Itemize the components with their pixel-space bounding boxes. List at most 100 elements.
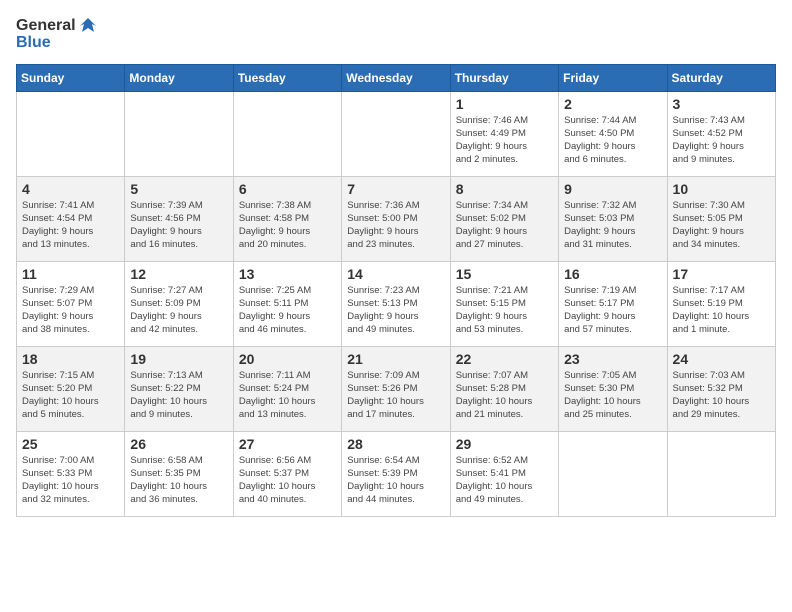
calendar-day-cell: 7 Sunrise: 7:36 AM Sunset: 5:00 PM Daylig… bbox=[342, 176, 450, 261]
column-header-thursday: Thursday bbox=[450, 64, 558, 91]
calendar-week-row: 4Sunrise: 7:41 AM Sunset: 4:54 PM Daylig… bbox=[17, 176, 776, 261]
calendar-day-cell: 29 Sunrise: 6:52 AM Sunset: 5:41 PM Dayli… bbox=[450, 431, 558, 516]
column-header-tuesday: Tuesday bbox=[233, 64, 341, 91]
calendar-header-row: SundayMondayTuesdayWednesdayThursdayFrid… bbox=[17, 64, 776, 91]
day-info: Sunrise: 7:19 AM Sunset: 5:17 PM Dayligh… bbox=[564, 284, 661, 337]
day-number: 24 bbox=[673, 351, 770, 367]
day-info: Sunrise: 6:54 AM Sunset: 5:39 PM Dayligh… bbox=[347, 454, 444, 507]
day-info: Sunrise: 7:39 AM Sunset: 4:56 PM Dayligh… bbox=[130, 199, 227, 252]
day-number: 4 bbox=[22, 181, 119, 197]
day-number: 1 bbox=[456, 96, 553, 112]
day-info: Sunrise: 7:15 AM Sunset: 5:20 PM Dayligh… bbox=[22, 369, 119, 422]
calendar-day-cell: 27 Sunrise: 6:56 AM Sunset: 5:37 PM Dayli… bbox=[233, 431, 341, 516]
day-number: 16 bbox=[564, 266, 661, 282]
calendar-day-cell: 1 Sunrise: 7:46 AM Sunset: 4:49 PM Daylig… bbox=[450, 91, 558, 176]
calendar-day-cell: 11 Sunrise: 7:29 AM Sunset: 5:07 PM Dayli… bbox=[17, 261, 125, 346]
calendar-day-cell bbox=[342, 91, 450, 176]
calendar-day-cell: 17Sunrise: 7:17 AM Sunset: 5:19 PM Dayli… bbox=[667, 261, 775, 346]
day-info: Sunrise: 6:52 AM Sunset: 5:41 PM Dayligh… bbox=[456, 454, 553, 507]
column-header-sunday: Sunday bbox=[17, 64, 125, 91]
day-info: Sunrise: 7:30 AM Sunset: 5:05 PM Dayligh… bbox=[673, 199, 770, 252]
calendar-day-cell: 16 Sunrise: 7:19 AM Sunset: 5:17 PM Dayli… bbox=[559, 261, 667, 346]
day-info: Sunrise: 7:44 AM Sunset: 4:50 PM Dayligh… bbox=[564, 114, 661, 167]
calendar-day-cell: 12 Sunrise: 7:27 AM Sunset: 5:09 PM Dayli… bbox=[125, 261, 233, 346]
calendar-day-cell: 13 Sunrise: 7:25 AM Sunset: 5:11 PM Dayli… bbox=[233, 261, 341, 346]
day-info: Sunrise: 7:05 AM Sunset: 5:30 PM Dayligh… bbox=[564, 369, 661, 422]
day-info: Sunrise: 7:13 AM Sunset: 5:22 PM Dayligh… bbox=[130, 369, 227, 422]
day-number: 13 bbox=[239, 266, 336, 282]
day-number: 12 bbox=[130, 266, 227, 282]
day-info: Sunrise: 6:56 AM Sunset: 5:37 PM Dayligh… bbox=[239, 454, 336, 507]
calendar-day-cell: 18 Sunrise: 7:15 AM Sunset: 5:20 PM Dayli… bbox=[17, 346, 125, 431]
day-info: Sunrise: 7:36 AM Sunset: 5:00 PM Dayligh… bbox=[347, 199, 444, 252]
calendar-day-cell: 8 Sunrise: 7:34 AM Sunset: 5:02 PM Daylig… bbox=[450, 176, 558, 261]
calendar-week-row: 18 Sunrise: 7:15 AM Sunset: 5:20 PM Dayli… bbox=[17, 346, 776, 431]
column-header-friday: Friday bbox=[559, 64, 667, 91]
day-number: 25 bbox=[22, 436, 119, 452]
calendar-day-cell: 3Sunrise: 7:43 AM Sunset: 4:52 PM Daylig… bbox=[667, 91, 775, 176]
day-number: 5 bbox=[130, 181, 227, 197]
day-info: Sunrise: 7:34 AM Sunset: 5:02 PM Dayligh… bbox=[456, 199, 553, 252]
day-number: 6 bbox=[239, 181, 336, 197]
page-header: General Blue bbox=[16, 16, 776, 52]
calendar-day-cell bbox=[125, 91, 233, 176]
day-info: Sunrise: 7:29 AM Sunset: 5:07 PM Dayligh… bbox=[22, 284, 119, 337]
calendar-day-cell: 23 Sunrise: 7:05 AM Sunset: 5:30 PM Dayli… bbox=[559, 346, 667, 431]
logo-wordmark: General Blue bbox=[16, 16, 98, 52]
day-number: 14 bbox=[347, 266, 444, 282]
calendar-day-cell bbox=[559, 431, 667, 516]
calendar-week-row: 11 Sunrise: 7:29 AM Sunset: 5:07 PM Dayli… bbox=[17, 261, 776, 346]
day-number: 23 bbox=[564, 351, 661, 367]
calendar-day-cell: 15 Sunrise: 7:21 AM Sunset: 5:15 PM Dayli… bbox=[450, 261, 558, 346]
day-number: 19 bbox=[130, 351, 227, 367]
day-number: 29 bbox=[456, 436, 553, 452]
day-info: Sunrise: 7:07 AM Sunset: 5:28 PM Dayligh… bbox=[456, 369, 553, 422]
column-header-saturday: Saturday bbox=[667, 64, 775, 91]
day-number: 18 bbox=[22, 351, 119, 367]
day-number: 22 bbox=[456, 351, 553, 367]
day-number: 27 bbox=[239, 436, 336, 452]
calendar-day-cell: 5 Sunrise: 7:39 AM Sunset: 4:56 PM Daylig… bbox=[125, 176, 233, 261]
calendar-day-cell: 9Sunrise: 7:32 AM Sunset: 5:03 PM Daylig… bbox=[559, 176, 667, 261]
day-number: 11 bbox=[22, 266, 119, 282]
calendar-day-cell bbox=[17, 91, 125, 176]
day-info: Sunrise: 7:46 AM Sunset: 4:49 PM Dayligh… bbox=[456, 114, 553, 167]
day-info: Sunrise: 7:43 AM Sunset: 4:52 PM Dayligh… bbox=[673, 114, 770, 167]
day-info: Sunrise: 7:21 AM Sunset: 5:15 PM Dayligh… bbox=[456, 284, 553, 337]
day-number: 15 bbox=[456, 266, 553, 282]
day-info: Sunrise: 7:38 AM Sunset: 4:58 PM Dayligh… bbox=[239, 199, 336, 252]
column-header-wednesday: Wednesday bbox=[342, 64, 450, 91]
day-number: 28 bbox=[347, 436, 444, 452]
calendar-day-cell: 25Sunrise: 7:00 AM Sunset: 5:33 PM Dayli… bbox=[17, 431, 125, 516]
day-info: Sunrise: 7:25 AM Sunset: 5:11 PM Dayligh… bbox=[239, 284, 336, 337]
calendar-day-cell: 4Sunrise: 7:41 AM Sunset: 4:54 PM Daylig… bbox=[17, 176, 125, 261]
calendar-day-cell: 21Sunrise: 7:09 AM Sunset: 5:26 PM Dayli… bbox=[342, 346, 450, 431]
day-number: 7 bbox=[347, 181, 444, 197]
calendar-week-row: 25Sunrise: 7:00 AM Sunset: 5:33 PM Dayli… bbox=[17, 431, 776, 516]
day-number: 26 bbox=[130, 436, 227, 452]
calendar-day-cell bbox=[233, 91, 341, 176]
calendar-day-cell: 20 Sunrise: 7:11 AM Sunset: 5:24 PM Dayli… bbox=[233, 346, 341, 431]
calendar-day-cell bbox=[667, 431, 775, 516]
calendar-day-cell: 24 Sunrise: 7:03 AM Sunset: 5:32 PM Dayli… bbox=[667, 346, 775, 431]
day-info: Sunrise: 7:27 AM Sunset: 5:09 PM Dayligh… bbox=[130, 284, 227, 337]
calendar-day-cell: 2 Sunrise: 7:44 AM Sunset: 4:50 PM Daylig… bbox=[559, 91, 667, 176]
calendar-day-cell: 19 Sunrise: 7:13 AM Sunset: 5:22 PM Dayli… bbox=[125, 346, 233, 431]
column-header-monday: Monday bbox=[125, 64, 233, 91]
logo-general-text: General bbox=[16, 17, 76, 35]
day-info: Sunrise: 7:23 AM Sunset: 5:13 PM Dayligh… bbox=[347, 284, 444, 337]
day-info: Sunrise: 7:03 AM Sunset: 5:32 PM Dayligh… bbox=[673, 369, 770, 422]
calendar-week-row: 1 Sunrise: 7:46 AM Sunset: 4:49 PM Daylig… bbox=[17, 91, 776, 176]
day-info: Sunrise: 7:11 AM Sunset: 5:24 PM Dayligh… bbox=[239, 369, 336, 422]
day-number: 2 bbox=[564, 96, 661, 112]
day-number: 20 bbox=[239, 351, 336, 367]
logo-blue-text: Blue bbox=[16, 34, 98, 52]
day-info: Sunrise: 7:17 AM Sunset: 5:19 PM Dayligh… bbox=[673, 284, 770, 337]
day-info: Sunrise: 7:32 AM Sunset: 5:03 PM Dayligh… bbox=[564, 199, 661, 252]
day-number: 8 bbox=[456, 181, 553, 197]
calendar-day-cell: 6 Sunrise: 7:38 AM Sunset: 4:58 PM Daylig… bbox=[233, 176, 341, 261]
logo: General Blue bbox=[16, 16, 98, 52]
calendar-day-cell: 14 Sunrise: 7:23 AM Sunset: 5:13 PM Dayli… bbox=[342, 261, 450, 346]
logo-bird-icon bbox=[78, 16, 98, 36]
calendar-day-cell: 28 Sunrise: 6:54 AM Sunset: 5:39 PM Dayli… bbox=[342, 431, 450, 516]
